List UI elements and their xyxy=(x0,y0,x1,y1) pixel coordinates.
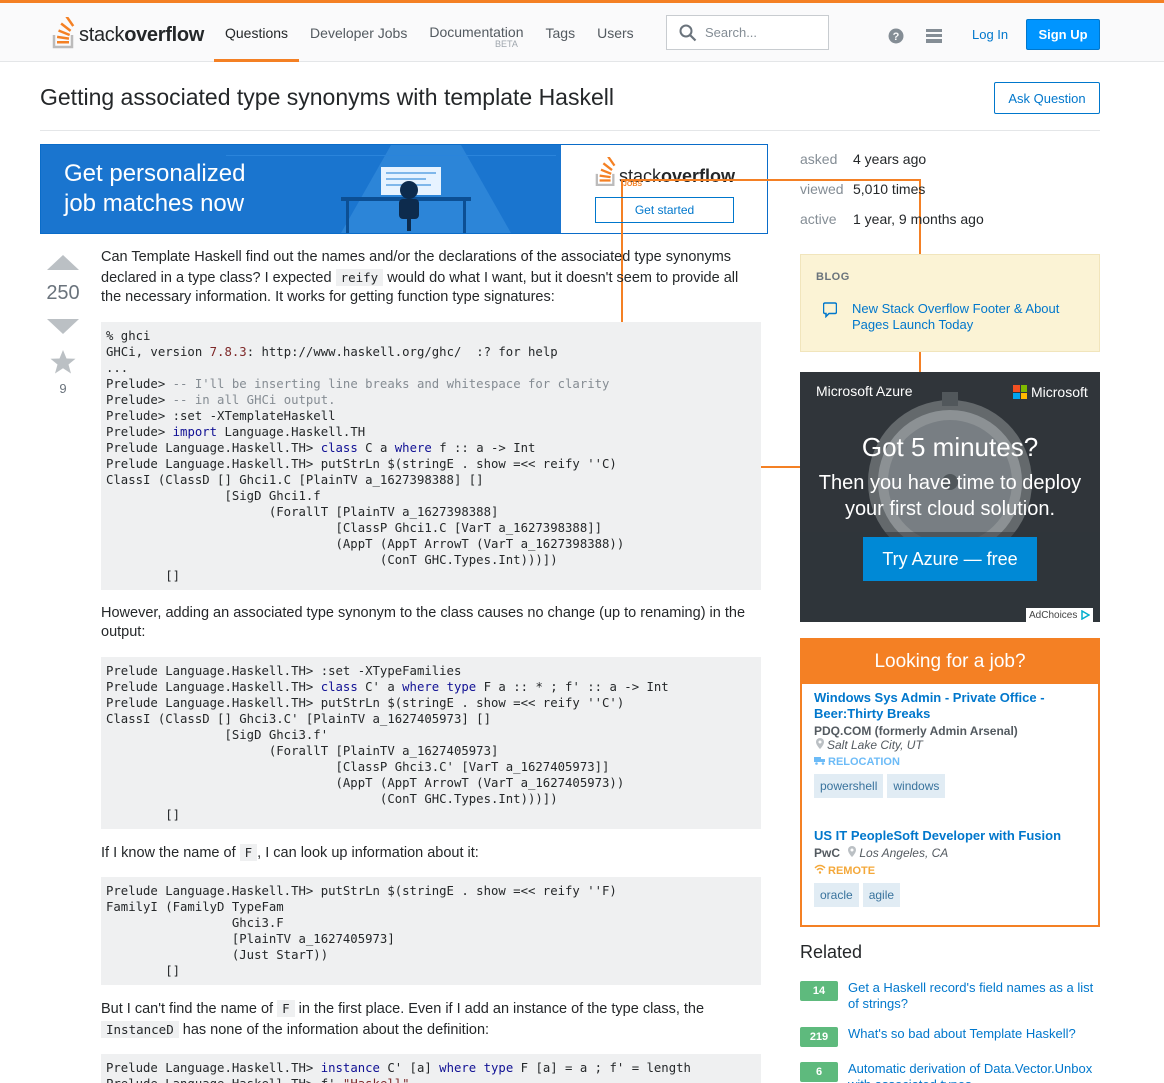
header-divider xyxy=(40,130,1100,131)
post-paragraph: Can Template Haskell find out the names … xyxy=(101,249,739,305)
tag[interactable]: agile xyxy=(862,883,901,907)
post-paragraph: But I can't find the name of F in the fi… xyxy=(101,1000,705,1038)
stackoverflow-logo[interactable]: stackoverflow xyxy=(52,15,204,49)
job-tags: oracle agile xyxy=(814,883,1084,907)
main-nav: Questions Developer Jobs Documentation B… xyxy=(214,3,645,62)
search-input[interactable] xyxy=(705,25,825,40)
post-paragraph: If I know the name of F, I can look up i… xyxy=(101,843,479,861)
job-listing: US IT PeopleSoft Developer with Fusion P… xyxy=(814,828,1084,907)
stackoverflow-jobs-logo-icon xyxy=(595,157,616,186)
search-icon xyxy=(679,24,697,41)
jobs-banner-headline: Get personalized job matches now xyxy=(64,160,246,217)
question-title[interactable]: Getting associated type synonyms with te… xyxy=(40,84,614,111)
nav-developer-jobs[interactable]: Developer Jobs xyxy=(299,3,418,62)
microsoft-logo-icon xyxy=(1013,385,1027,399)
adchoices-badge[interactable]: AdChoices xyxy=(1026,608,1094,622)
truck-icon xyxy=(814,757,825,765)
inline-code: InstanceD xyxy=(101,1020,179,1038)
location-pin-icon xyxy=(816,738,824,749)
inline-code: reify xyxy=(335,268,384,286)
post-paragraph: However, adding an associated type synon… xyxy=(101,604,746,641)
related-score: 219 xyxy=(800,1027,838,1047)
job-title-link[interactable]: Windows Sys Admin - Private Office - Bee… xyxy=(814,690,1084,722)
related-item: 219 What's so bad about Template Haskell… xyxy=(800,1026,1098,1047)
related-item: 6 Automatic derivation of Data.Vector.Un… xyxy=(800,1061,1098,1083)
related-link[interactable]: Get a Haskell record's field names as a … xyxy=(848,980,1098,1012)
stat-active: active 1 year, 9 months ago xyxy=(800,211,984,227)
favorite-count: 9 xyxy=(59,381,67,396)
tag[interactable]: oracle xyxy=(814,883,859,907)
code-block: Prelude Language.Haskell.TH> instance C'… xyxy=(101,1054,761,1083)
nav-tags[interactable]: Tags xyxy=(535,3,587,62)
job-listings-heading: Looking for a job? xyxy=(802,640,1098,684)
job-tags: powershell windows xyxy=(814,774,1084,798)
job-listings-widget: Looking for a job? Windows Sys Admin - P… xyxy=(800,638,1100,927)
active-link[interactable]: 1 year, 9 months ago xyxy=(853,211,984,227)
login-link[interactable]: Log In xyxy=(966,19,1014,50)
top-bar: stackoverflow Questions Developer Jobs D… xyxy=(0,0,1164,62)
signup-button[interactable]: Sign Up xyxy=(1026,19,1100,50)
code-block: Prelude Language.Haskell.TH> putStrLn $(… xyxy=(101,877,761,985)
inline-code: F xyxy=(239,843,258,861)
job-perk-relocation: RELOCATION xyxy=(814,756,1084,768)
related-score: 14 xyxy=(800,981,838,1001)
downvote-icon[interactable] xyxy=(47,318,79,334)
jobs-banner-cta-panel: stackoverflow JOBS Get started xyxy=(561,145,921,468)
upvote-icon[interactable] xyxy=(47,255,79,271)
question-stats: asked 4 years ago viewed 5,010 times activ… xyxy=(800,144,984,234)
related-item: 14 Get a Haskell record's field names as… xyxy=(800,980,1098,1012)
beta-badge: BETA xyxy=(494,39,518,49)
try-azure-button[interactable]: Try Azure — free xyxy=(863,537,1037,581)
job-company: PDQ.COM (formerly Admin Arsenal) xyxy=(814,724,1018,738)
azure-headline: Got 5 minutes? xyxy=(861,432,1039,462)
related-link[interactable]: Automatic derivation of Data.Vector.Unbo… xyxy=(848,1061,1098,1083)
tag[interactable]: powershell xyxy=(814,774,884,798)
azure-brand: Microsoft Azure xyxy=(816,383,913,399)
blog-post-link[interactable]: New Stack Overflow Footer & About Pages … xyxy=(852,301,1082,333)
review-queues-icon[interactable] xyxy=(926,28,942,44)
svg-text:?: ? xyxy=(893,31,900,43)
help-icon[interactable]: ? xyxy=(888,28,904,44)
jobs-banner-illustration: Get personalized job matches now xyxy=(41,145,561,233)
stat-viewed: viewed 5,010 times xyxy=(800,181,926,197)
stackoverflow-logo-icon xyxy=(52,17,75,49)
job-perk-remote: REMOTE xyxy=(814,864,1084,877)
stackoverflow-jobs-logo: stackoverflow JOBS xyxy=(595,157,921,468)
vote-count: 250 xyxy=(46,282,80,304)
search-box[interactable] xyxy=(666,15,829,50)
inline-code: F xyxy=(277,1000,295,1017)
blog-heading: BLOG xyxy=(816,271,850,283)
nav-questions[interactable]: Questions xyxy=(214,3,300,62)
job-company: PwC Los Angeles, CA xyxy=(814,846,949,860)
speech-bubble-icon xyxy=(823,302,837,318)
job-listing: Windows Sys Admin - Private Office - Bee… xyxy=(814,690,1084,798)
related-link[interactable]: What's so bad about Template Haskell? xyxy=(848,1026,1098,1047)
code-block: Prelude Language.Haskell.TH> :set -XType… xyxy=(101,656,761,829)
job-title-link[interactable]: US IT PeopleSoft Developer with Fusion xyxy=(814,828,1084,844)
stat-asked: asked 4 years ago xyxy=(800,151,927,167)
job-location: Salt Lake City, UT xyxy=(814,738,1084,752)
microsoft-logo: Microsoft xyxy=(1013,384,1088,400)
blog-widget: BLOG New Stack Overflow Footer & About P… xyxy=(800,254,1100,352)
azure-subheadline: Then you have time to deploy your first … xyxy=(818,472,1082,520)
adchoices-icon xyxy=(1081,610,1091,620)
azure-ad[interactable]: Microsoft Azure Microsoft Got 5 minutes?… xyxy=(800,372,1100,622)
related-heading: Related xyxy=(800,942,863,962)
question-body: Can Template Haskell find out the names … xyxy=(101,248,761,1083)
related-score: 6 xyxy=(800,1062,838,1082)
get-started-button[interactable]: Get started xyxy=(595,197,734,223)
location-pin-icon xyxy=(848,846,857,857)
wifi-icon xyxy=(814,864,826,874)
nav-users[interactable]: Users xyxy=(586,3,645,62)
tag[interactable]: windows xyxy=(887,774,946,798)
favorite-star-icon[interactable] xyxy=(50,349,76,375)
code-block: % ghci GHCi, version 7.8.3: http://www.h… xyxy=(101,321,761,590)
logo-wordmark: stackoverflow xyxy=(79,24,205,46)
ask-question-button[interactable]: Ask Question xyxy=(994,82,1100,114)
nav-documentation[interactable]: Documentation BETA xyxy=(418,3,534,62)
job-location: Los Angeles, CA xyxy=(843,846,948,860)
jobs-banner-ad[interactable]: Get personalized job matches now stackov… xyxy=(40,144,921,468)
